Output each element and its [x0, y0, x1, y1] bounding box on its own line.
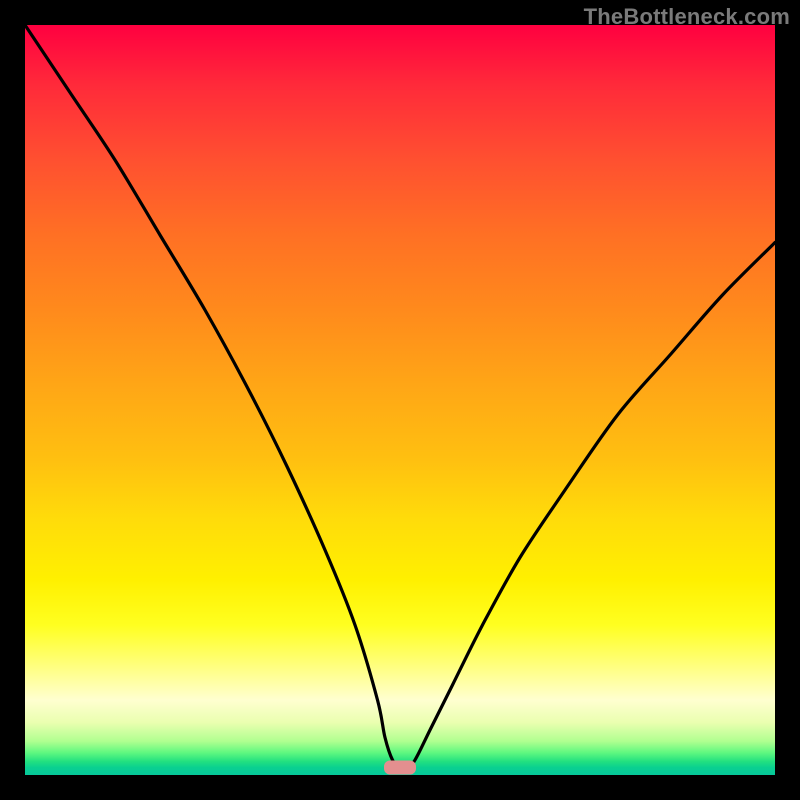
plot-area: [25, 25, 775, 775]
bottleneck-curve: [25, 25, 775, 768]
optimum-marker: [384, 761, 416, 775]
chart-frame: TheBottleneck.com: [0, 0, 800, 800]
attribution-text: TheBottleneck.com: [584, 4, 790, 30]
curve-svg: [25, 25, 775, 775]
